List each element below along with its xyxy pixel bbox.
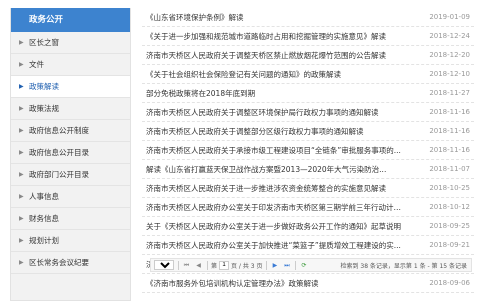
first-page-icon[interactable]: ⏮ <box>182 261 191 270</box>
page-size-select[interactable]: 15 <box>154 260 174 270</box>
news-date: 2018-11-27 <box>429 88 470 97</box>
news-date: 2018-09-06 <box>429 278 470 287</box>
news-row: 《关于社会组织社会保险登记有关问题的通知》的政策解读 2018-12-10 <box>142 65 474 84</box>
chevron-right-icon: ▶ <box>19 259 24 266</box>
news-row: 部分免税政策将在2018年底到期 2018-11-27 <box>142 84 474 103</box>
sidebar-item-label: 政府部门公开目录 <box>29 170 89 179</box>
news-date: 2019-01-09 <box>429 12 470 21</box>
total-pages: 页 / 共 3 页 <box>231 262 263 270</box>
news-row: 《济南市服务外包培训机构认定管理办法》政策解读 2018-09-06 <box>142 274 474 293</box>
news-row: 济南市天桥区人民政府办公室关于加快推进“菜篮子”提质增效工程建设的实... 201… <box>142 236 474 255</box>
sidebar-item-label: 规划计划 <box>29 236 59 245</box>
news-title-link[interactable]: 关于《天桥区人民政府办公室关于进一步做好政务公开工作的通知》起草说明 <box>146 217 401 236</box>
sidebar-item-label: 政策解读 <box>29 82 59 91</box>
news-date: 2018-09-21 <box>429 240 470 249</box>
sidebar-item[interactable]: ▶ 区长常务会议纪要 <box>11 252 130 274</box>
pager: 15 ⏮ ◀ 第 页 / 共 3 页 ▶ ⏭ ⟳ 检索到 38 条记录，显示第 … <box>150 258 472 272</box>
chevron-right-icon: ▶ <box>19 215 24 222</box>
chevron-right-icon: ▶ <box>19 171 24 178</box>
chevron-right-icon: ▶ <box>19 237 24 244</box>
news-date: 2018-10-12 <box>429 202 470 211</box>
sidebar-item[interactable]: ▶ 政府信息公开制度 <box>11 120 130 142</box>
news-title-link[interactable]: 《济南市服务外包培训机构认定管理办法》政策解读 <box>146 274 319 293</box>
sidebar-item[interactable]: ▶ 人事信息 <box>11 186 130 208</box>
sidebar-header: 政务公开 <box>11 8 130 32</box>
chevron-right-icon: ▶ <box>19 61 24 68</box>
news-row: 《山东省环境保护条例》解读 2019-01-09 <box>142 8 474 27</box>
pager-separator <box>266 260 268 270</box>
news-rows: 《山东省环境保护条例》解读 2019-01-09 《关于进一步加强和规范城市道路临时… <box>142 8 474 293</box>
chevron-right-icon: ▶ <box>19 39 24 46</box>
news-date: 2018-11-16 <box>429 145 470 154</box>
sidebar-item[interactable]: ▶ 区长之窗 <box>11 32 130 54</box>
sidebar: 政务公开 ▶ 区长之窗 ▶ 文件 ▶ 政策解读 ▶ 政策法规 ▶ 政府信息公开制度 ▶ 政府信息公开目… <box>10 8 131 301</box>
sidebar-item-label: 政府信息公开制度 <box>29 126 89 135</box>
news-date: 2018-12-24 <box>429 31 470 40</box>
next-page-icon[interactable]: ▶ <box>270 261 279 270</box>
news-title-link[interactable]: 济南市天桥区人民政府关于调整区环境保护局行政权力事项的通知解读 <box>146 103 379 122</box>
sidebar-item-label: 财务信息 <box>29 214 59 223</box>
sidebar-item[interactable]: ▶ 财务信息 <box>11 208 130 230</box>
pager-separator <box>178 260 179 270</box>
news-title-link[interactable]: 部分免税政策将在2018年底到期 <box>146 84 255 103</box>
news-date: 2018-11-16 <box>429 107 470 116</box>
news-row: 关于《天桥区人民政府办公室关于进一步做好政务公开工作的通知》起草说明 2018-0… <box>142 217 474 236</box>
sidebar-item-label: 文件 <box>29 60 44 69</box>
sidebar-item-label: 区长之窗 <box>29 38 59 47</box>
news-title-link[interactable]: 济南市天桥区人民政府办公室关于印发济南市天桥区第三期学前三年行动计划... <box>146 198 404 217</box>
news-row: 济南市天桥区人民政府关于进一步推进涉农资金统筹整合的实施意见解读 2018-10-… <box>142 179 474 198</box>
sidebar-item-label: 政策法规 <box>29 104 59 113</box>
news-title-link[interactable]: 《山东省环境保护条例》解读 <box>146 8 244 27</box>
news-date: 2018-11-07 <box>429 164 470 173</box>
news-title-link[interactable]: 《关于进一步加强和规范城市道路临时占用和挖掘管理的实施意见》解读 <box>146 27 386 46</box>
sidebar-items: ▶ 区长之窗 ▶ 文件 ▶ 政策解读 ▶ 政策法规 ▶ 政府信息公开制度 ▶ 政府信息公开目录 ▶ 政府部… <box>11 32 130 274</box>
news-row: 济南市天桥区人民政府关于调整天桥区禁止燃放烟花爆竹范围的公告解读 2018-12-… <box>142 46 474 65</box>
news-title-link[interactable]: 《关于社会组织社会保险登记有关问题的通知》的政策解读 <box>146 65 341 84</box>
news-date: 2018-09-25 <box>429 221 470 230</box>
sidebar-item-label: 政府信息公开目录 <box>29 148 89 157</box>
news-date: 2018-12-20 <box>429 50 470 59</box>
chevron-right-icon: ▶ <box>19 83 24 90</box>
news-title-link[interactable]: 济南市天桥区人民政府关于进一步推进涉农资金统筹整合的实施意见解读 <box>146 179 386 198</box>
news-row: 济南市天桥区人民政府关于调整部分区级行政权力事项的通知解读 2018-11-16 <box>142 122 474 141</box>
chevron-right-icon: ▶ <box>19 105 24 112</box>
last-page-icon[interactable]: ⏭ <box>282 261 291 270</box>
news-title-link[interactable]: 济南市天桥区人民政府办公室关于加快推进“菜篮子”提质增效工程建设的实... <box>146 236 401 255</box>
news-row: 解读《山东省打赢蓝天保卫战作战方案暨2013—2020年大气污染防治... 201… <box>142 160 474 179</box>
chevron-right-icon: ▶ <box>19 149 24 156</box>
news-row: 济南市天桥区人民政府关于承接市级工程建设项目“全链条”审批服务事项的... 201… <box>142 141 474 160</box>
page-number-input[interactable] <box>219 260 230 270</box>
sidebar-item[interactable]: ▶ 文件 <box>11 54 130 76</box>
news-date: 2018-12-10 <box>429 69 470 78</box>
pager-separator <box>207 260 208 270</box>
sidebar-item[interactable]: ▶ 规划计划 <box>11 230 130 252</box>
news-title-link[interactable]: 济南市天桥区人民政府关于承接市级工程建设项目“全链条”审批服务事项的... <box>146 141 401 160</box>
news-title-link[interactable]: 济南市天桥区人民政府关于调整天桥区禁止燃放烟花爆竹范围的公告解读 <box>146 46 386 65</box>
pager-separator <box>295 260 297 270</box>
sidebar-item-label: 区长常务会议纪要 <box>29 258 89 267</box>
news-row: 济南市天桥区人民政府关于调整区环境保护局行政权力事项的通知解读 2018-11-1… <box>142 103 474 122</box>
prev-page-icon[interactable]: ◀ <box>194 261 203 270</box>
chevron-right-icon: ▶ <box>19 127 24 134</box>
sidebar-item-label: 人事信息 <box>29 192 59 201</box>
pager-info: 检索到 38 条记录，显示第 1 条 - 第 15 条记录 <box>340 262 467 270</box>
news-date: 2018-11-16 <box>429 126 470 135</box>
refresh-icon[interactable]: ⟳ <box>299 261 308 270</box>
sidebar-item[interactable]: ▶ 政府部门公开目录 <box>11 164 130 186</box>
news-row: 《关于进一步加强和规范城市道路临时占用和挖掘管理的实施意见》解读 2018-12-… <box>142 27 474 46</box>
page-label: 第 <box>211 262 218 270</box>
news-list: 《山东省环境保护条例》解读 2019-01-09 《关于进一步加强和规范城市道路临时… <box>142 8 474 301</box>
chevron-right-icon: ▶ <box>19 193 24 200</box>
sidebar-item[interactable]: ▶ 政策法规 <box>11 98 130 120</box>
news-row: 济南市天桥区人民政府办公室关于印发济南市天桥区第三期学前三年行动计划... 201… <box>142 198 474 217</box>
news-title-link[interactable]: 解读《山东省打赢蓝天保卫战作战方案暨2013—2020年大气污染防治... <box>146 160 386 179</box>
sidebar-item[interactable]: ▶ 政府信息公开目录 <box>11 142 130 164</box>
news-date: 2018-10-25 <box>429 183 470 192</box>
news-title-link[interactable]: 济南市天桥区人民政府关于调整部分区级行政权力事项的通知解读 <box>146 122 364 141</box>
sidebar-item[interactable]: ▶ 政策解读 <box>11 76 130 98</box>
